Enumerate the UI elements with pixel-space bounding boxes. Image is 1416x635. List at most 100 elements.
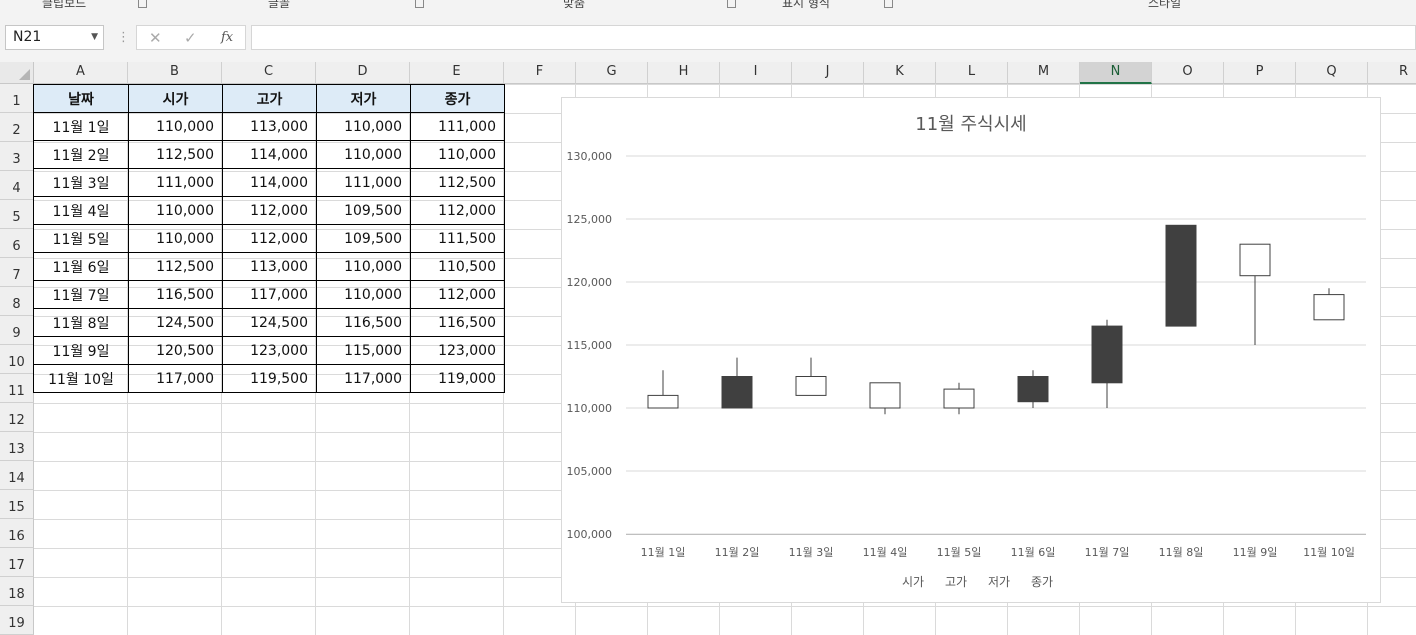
column-header-g[interactable]: G (576, 62, 648, 84)
date-cell[interactable]: 11월 7일 (33, 280, 129, 309)
row-header-7[interactable]: 7 (0, 258, 34, 287)
date-cell[interactable]: 11월 9일 (33, 336, 129, 365)
column-header-j[interactable]: J (792, 62, 864, 84)
row-header-13[interactable]: 13 (0, 432, 34, 461)
close-cell[interactable]: 112,000 (410, 196, 505, 225)
row-header-17[interactable]: 17 (0, 548, 34, 577)
more-options-icon[interactable]: ⋮ (117, 30, 130, 45)
column-header-p[interactable]: P (1224, 62, 1296, 84)
column-header-d[interactable]: D (316, 62, 410, 84)
row-header-2[interactable]: 2 (0, 113, 34, 142)
column-header-l[interactable]: L (936, 62, 1008, 84)
low-cell[interactable]: 117,000 (316, 364, 411, 393)
open-cell[interactable]: 117,000 (128, 364, 223, 393)
row-header-5[interactable]: 5 (0, 200, 34, 229)
row-header-4[interactable]: 4 (0, 171, 34, 200)
column-header-c[interactable]: C (222, 62, 316, 84)
open-cell[interactable]: 112,500 (128, 140, 223, 169)
select-all-button[interactable] (0, 62, 34, 84)
font-launcher-icon[interactable] (415, 0, 424, 8)
low-cell[interactable]: 116,500 (316, 308, 411, 337)
low-cell[interactable]: 110,000 (316, 140, 411, 169)
column-header-e[interactable]: E (410, 62, 504, 84)
high-cell[interactable]: 124,500 (222, 308, 317, 337)
insert-function-icon[interactable]: fx (221, 30, 233, 45)
close-cell[interactable]: 116,500 (410, 308, 505, 337)
column-header-m[interactable]: M (1008, 62, 1080, 84)
close-cell[interactable]: 110,000 (410, 140, 505, 169)
open-cell[interactable]: 110,000 (128, 196, 223, 225)
chevron-down-icon[interactable]: ▼ (91, 26, 98, 49)
close-cell[interactable]: 111,500 (410, 224, 505, 253)
low-cell[interactable]: 110,000 (316, 280, 411, 309)
high-cell[interactable]: 112,000 (222, 224, 317, 253)
low-cell[interactable]: 109,500 (316, 196, 411, 225)
column-header-n[interactable]: N (1080, 62, 1152, 84)
column-header-f[interactable]: F (504, 62, 576, 84)
high-cell[interactable]: 123,000 (222, 336, 317, 365)
low-cell[interactable]: 109,500 (316, 224, 411, 253)
row-header-1[interactable]: 1 (0, 84, 34, 113)
row-header-9[interactable]: 9 (0, 316, 34, 345)
close-cell[interactable]: 119,000 (410, 364, 505, 393)
date-cell[interactable]: 11월 1일 (33, 112, 129, 141)
open-cell[interactable]: 120,500 (128, 336, 223, 365)
close-cell[interactable]: 112,000 (410, 280, 505, 309)
low-cell[interactable]: 110,000 (316, 252, 411, 281)
date-cell[interactable]: 11월 3일 (33, 168, 129, 197)
header-cell[interactable]: 고가 (222, 84, 317, 113)
column-header-r[interactable]: R (1368, 62, 1416, 84)
cancel-icon[interactable]: ✕ (149, 29, 162, 47)
open-cell[interactable]: 110,000 (128, 224, 223, 253)
date-cell[interactable]: 11월 8일 (33, 308, 129, 337)
high-cell[interactable]: 113,000 (222, 112, 317, 141)
enter-icon[interactable]: ✓ (184, 29, 197, 47)
high-cell[interactable]: 113,000 (222, 252, 317, 281)
column-header-a[interactable]: A (34, 62, 128, 84)
high-cell[interactable]: 119,500 (222, 364, 317, 393)
date-cell[interactable]: 11월 6일 (33, 252, 129, 281)
row-header-6[interactable]: 6 (0, 229, 34, 258)
close-cell[interactable]: 110,500 (410, 252, 505, 281)
high-cell[interactable]: 112,000 (222, 196, 317, 225)
low-cell[interactable]: 111,000 (316, 168, 411, 197)
formula-input[interactable] (251, 25, 1416, 50)
name-box[interactable]: N21 ▼ (5, 25, 104, 50)
date-cell[interactable]: 11월 10일 (33, 364, 129, 393)
date-cell[interactable]: 11월 5일 (33, 224, 129, 253)
open-cell[interactable]: 124,500 (128, 308, 223, 337)
column-header-q[interactable]: Q (1296, 62, 1368, 84)
close-cell[interactable]: 123,000 (410, 336, 505, 365)
row-header-8[interactable]: 8 (0, 287, 34, 316)
high-cell[interactable]: 117,000 (222, 280, 317, 309)
stock-chart[interactable]: 11월 주식시세 130,000 125,000 120,000 115,000 110,… (561, 97, 1381, 603)
close-cell[interactable]: 111,000 (410, 112, 505, 141)
header-cell[interactable]: 저가 (316, 84, 411, 113)
row-header-3[interactable]: 3 (0, 142, 34, 171)
row-header-12[interactable]: 12 (0, 403, 34, 432)
high-cell[interactable]: 114,000 (222, 140, 317, 169)
date-cell[interactable]: 11월 4일 (33, 196, 129, 225)
column-header-o[interactable]: O (1152, 62, 1224, 84)
row-header-18[interactable]: 18 (0, 577, 34, 606)
column-header-h[interactable]: H (648, 62, 720, 84)
low-cell[interactable]: 110,000 (316, 112, 411, 141)
open-cell[interactable]: 110,000 (128, 112, 223, 141)
high-cell[interactable]: 114,000 (222, 168, 317, 197)
number-launcher-icon[interactable] (884, 0, 893, 8)
close-cell[interactable]: 112,500 (410, 168, 505, 197)
alignment-launcher-icon[interactable] (727, 0, 736, 8)
open-cell[interactable]: 116,500 (128, 280, 223, 309)
column-header-b[interactable]: B (128, 62, 222, 84)
header-cell[interactable]: 날짜 (33, 84, 129, 113)
row-header-14[interactable]: 14 (0, 461, 34, 490)
clipboard-launcher-icon[interactable] (138, 0, 147, 8)
column-header-k[interactable]: K (864, 62, 936, 84)
row-header-11[interactable]: 11 (0, 374, 34, 403)
date-cell[interactable]: 11월 2일 (33, 140, 129, 169)
column-header-i[interactable]: I (720, 62, 792, 84)
row-header-10[interactable]: 10 (0, 345, 34, 374)
row-header-19[interactable]: 19 (0, 606, 34, 635)
open-cell[interactable]: 111,000 (128, 168, 223, 197)
open-cell[interactable]: 112,500 (128, 252, 223, 281)
